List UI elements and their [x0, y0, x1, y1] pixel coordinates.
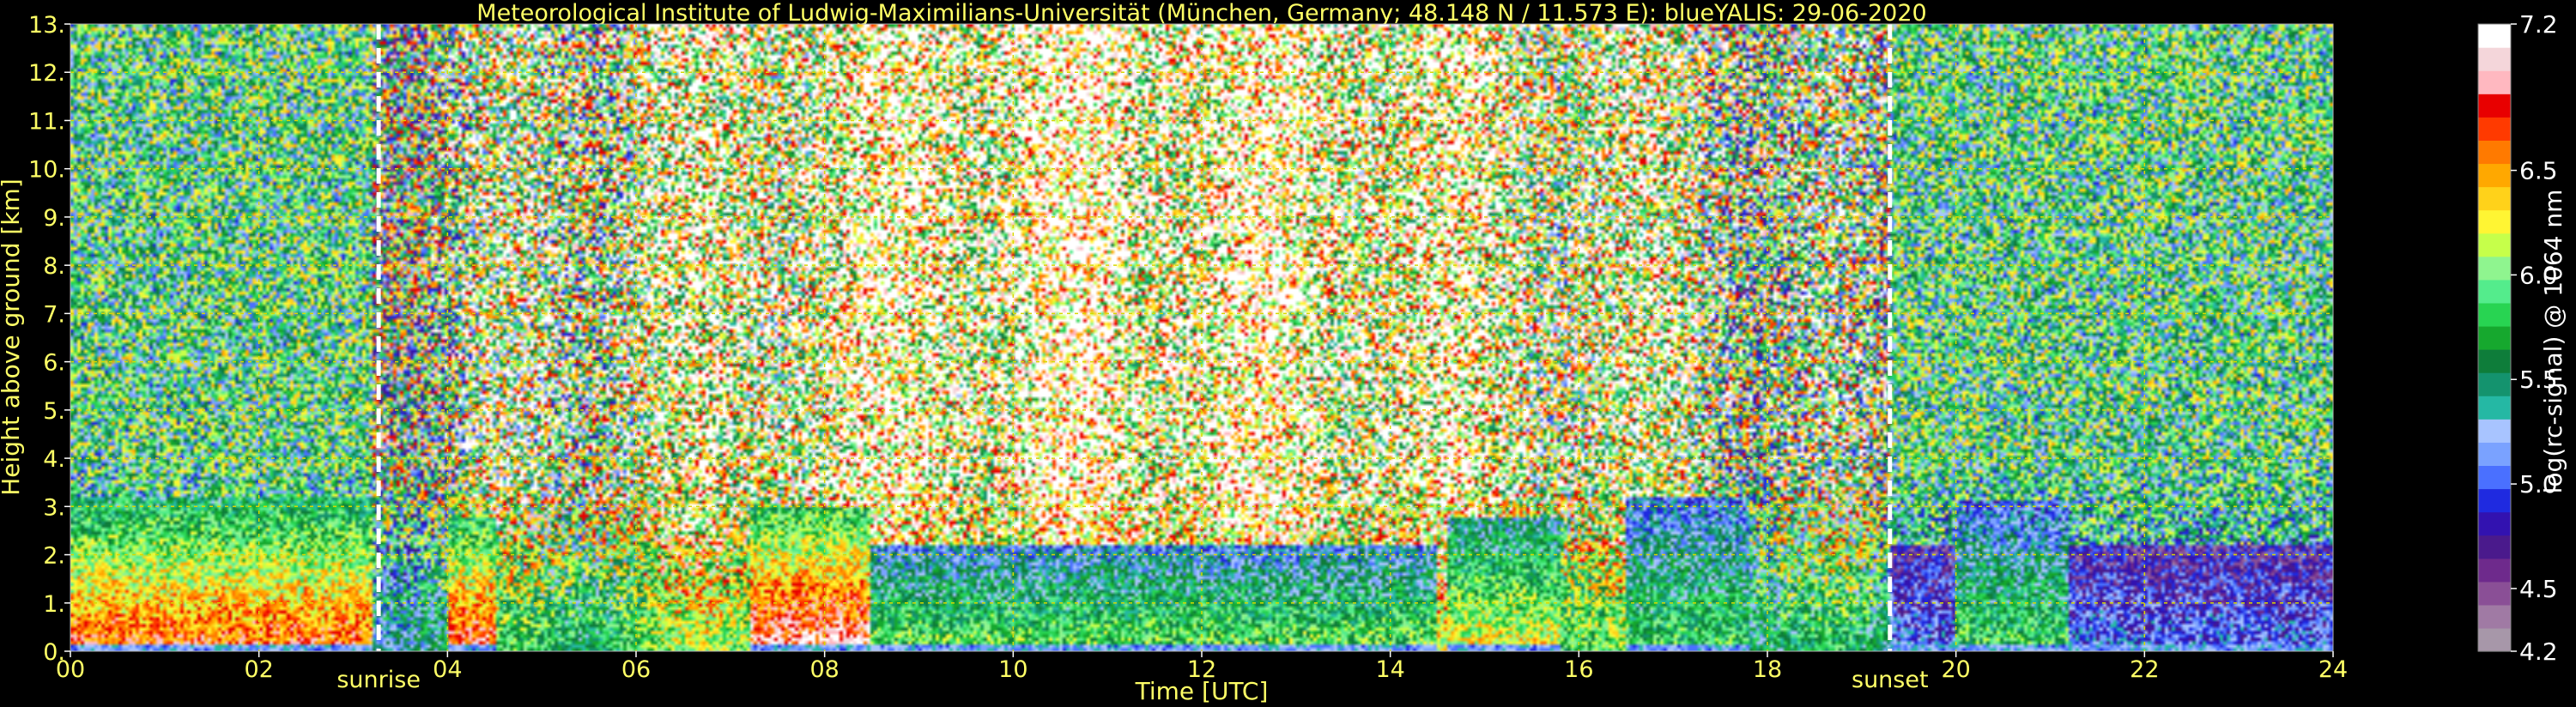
y-tick-label: 2. — [43, 543, 65, 570]
colorbar-segment — [2478, 604, 2511, 629]
marker-label-sunset: sunset — [1852, 667, 1929, 693]
colorbar-tick-label: 7.2 — [2519, 10, 2558, 39]
x-tick-label: 10 — [998, 656, 1027, 683]
y-tick-label: 0. — [43, 639, 65, 666]
y-tick-label: 3. — [43, 494, 65, 521]
lidar-figure: Meteorological Institute of Ludwig-Maxim… — [0, 0, 2576, 707]
y-tick-label: 9. — [43, 205, 65, 232]
colorbar-segment — [2478, 442, 2511, 467]
colorbar-segment — [2478, 24, 2511, 48]
colorbar-scale — [2477, 23, 2512, 652]
x-tick-label: 20 — [1941, 656, 1970, 683]
colorbar-tick-label: 6.5 — [2519, 157, 2558, 185]
colorbar-segment — [2478, 511, 2511, 536]
colorbar-tick-label: 4.5 — [2519, 575, 2558, 603]
colorbar-segment — [2478, 163, 2511, 188]
colorbar-segment — [2478, 372, 2511, 396]
y-axis-label: Height above ground [km] — [0, 178, 25, 496]
x-tick-label: 14 — [1375, 656, 1404, 683]
y-tick-label: 4. — [43, 446, 65, 473]
x-tick-label: 24 — [2318, 656, 2348, 683]
y-tick-label: 10. — [28, 157, 65, 184]
colorbar-segment — [2478, 581, 2511, 606]
colorbar-segment — [2478, 302, 2511, 327]
colorbar-segment — [2478, 419, 2511, 443]
y-tick-label: 8. — [43, 253, 65, 280]
x-tick-label: 18 — [1753, 656, 1782, 683]
colorbar-segment — [2478, 70, 2511, 94]
colorbar-segment — [2478, 396, 2511, 420]
colorbar-segment — [2478, 140, 2511, 165]
x-tick-label: 06 — [621, 656, 651, 683]
y-tick-label: 7. — [43, 301, 65, 328]
y-tick-label: 13. — [28, 12, 65, 39]
colorbar-segment — [2478, 558, 2511, 583]
plot-area — [70, 23, 2334, 652]
colorbar-segment — [2478, 186, 2511, 211]
y-tick-label: 5. — [43, 398, 65, 425]
colorbar-segment — [2478, 325, 2511, 350]
chart-title: Meteorological Institute of Ludwig-Maxim… — [476, 0, 1926, 27]
colorbar-segment — [2478, 209, 2511, 234]
y-tick-label: 12. — [28, 60, 65, 87]
colorbar-segment — [2478, 233, 2511, 257]
colorbar-segment — [2478, 117, 2511, 141]
x-tick-label: 02 — [244, 656, 273, 683]
colorbar-segment — [2478, 627, 2511, 652]
colorbar-segment — [2478, 279, 2511, 304]
colorbar-segment — [2478, 94, 2511, 118]
colorbar-segment — [2478, 535, 2511, 559]
colorbar-label: log(rc-signal) @ 1064 nm — [2539, 190, 2567, 494]
colorbar-tick-label: 4.2 — [2519, 638, 2558, 666]
marker-label-sunrise: sunrise — [336, 667, 421, 693]
y-tick-label: 1. — [43, 591, 65, 618]
colorbar-segment — [2478, 256, 2511, 281]
y-tick-label: 6. — [43, 350, 65, 377]
colorbar-segment — [2478, 488, 2511, 513]
x-axis-label: Time [UTC] — [1135, 677, 1269, 705]
colorbar-segment — [2478, 349, 2511, 373]
x-tick-label: 04 — [433, 656, 462, 683]
y-tick-label: 11. — [28, 108, 65, 135]
x-tick-label: 16 — [1564, 656, 1593, 683]
colorbar-segment — [2478, 465, 2511, 490]
x-tick-label: 08 — [809, 656, 839, 683]
colorbar-segment — [2478, 47, 2511, 71]
x-tick-label: 22 — [2130, 656, 2159, 683]
